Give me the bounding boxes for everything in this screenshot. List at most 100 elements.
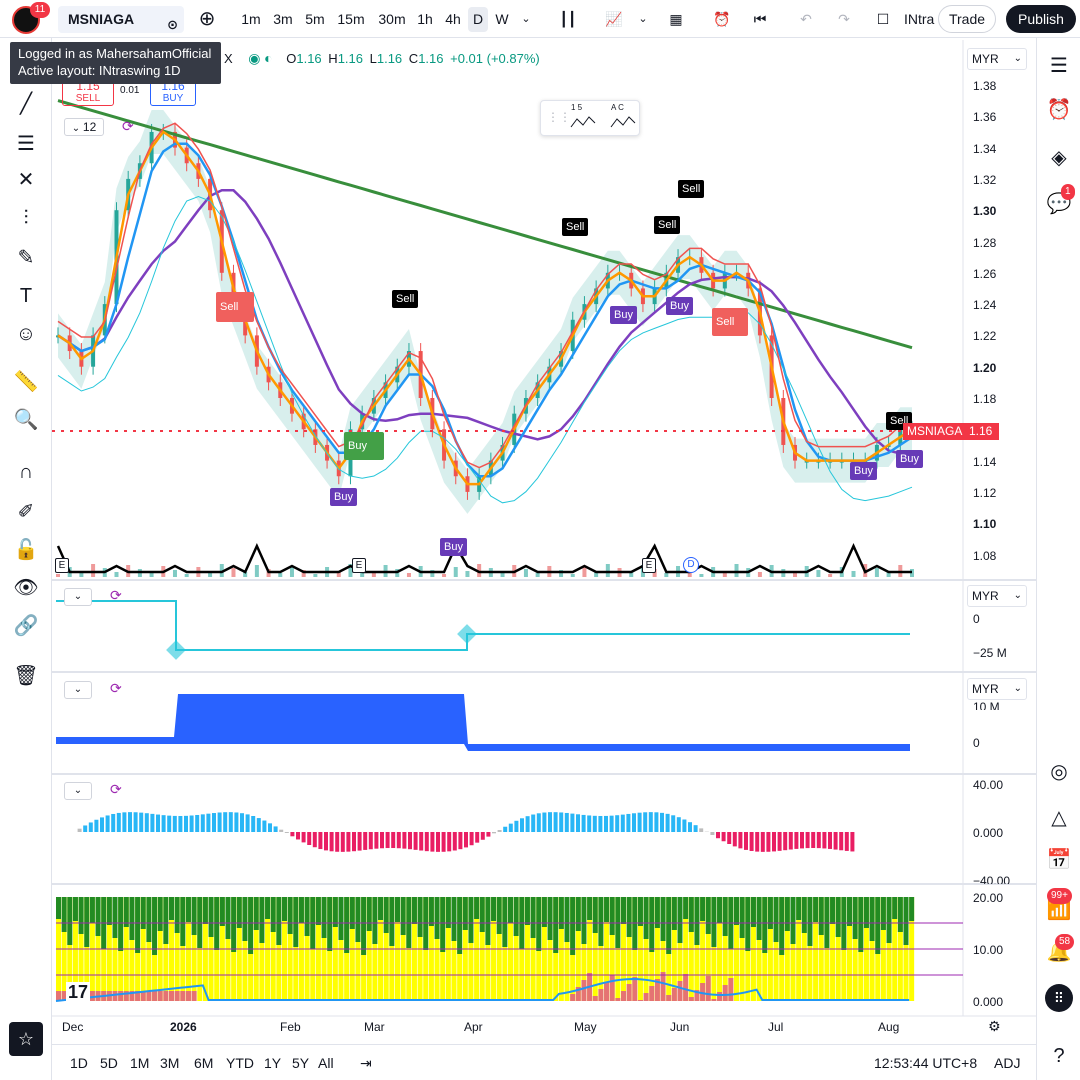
pane2-sync-icon[interactable]: ⟳ [110, 587, 122, 604]
legend-eye-icon[interactable]: ◉ [248, 50, 260, 66]
pane5-green-bar [411, 897, 417, 924]
currency-selector[interactable]: MYR ⌄ [967, 48, 1027, 70]
price-axis-label: 1.22 [973, 329, 997, 344]
pattern-glyphs [570, 116, 636, 128]
histogram-bar [217, 812, 222, 832]
chart-canvas[interactable] [0, 0, 1080, 1080]
clock-time[interactable]: 12:53:44 UTC+8 [874, 1055, 977, 1071]
histogram-bar [637, 812, 642, 832]
sync-icon[interactable]: ⟳ [122, 118, 134, 135]
date-range-icon[interactable]: ⇥ [360, 1055, 372, 1072]
ma-green-line [57, 99, 913, 350]
pane5-green-bar [231, 897, 237, 952]
price-axis-label: 1.20 [973, 360, 997, 375]
pane5-green-bar [570, 897, 576, 955]
abcd-pattern-icon[interactable]: A C [611, 103, 624, 112]
range-button-5y[interactable]: 5Y [292, 1055, 309, 1071]
histogram-bar [368, 832, 373, 850]
pane4-collapse-toggle[interactable]: ⌄ [64, 782, 92, 800]
histogram-bar [184, 815, 188, 832]
histogram-bar [307, 832, 312, 845]
volume-bar [582, 567, 587, 577]
histogram-bar [144, 813, 149, 832]
ohlc-legend: X ◉ ◐ O1.16 H1.16 L1.16 C1.16 +0.01 (+0.… [224, 50, 540, 67]
histogram-bar [352, 832, 356, 852]
pane5-green-bar [474, 897, 480, 919]
histogram-bar [760, 832, 765, 852]
histogram-bar [452, 832, 457, 851]
pane3-collapse-toggle[interactable]: ⌄ [64, 681, 92, 699]
range-button-ytd[interactable]: YTD [226, 1055, 254, 1071]
pane5-green-bar [298, 897, 304, 923]
pane5-red-bar [185, 991, 191, 1001]
histogram-bar [273, 826, 278, 832]
pane3-axis-label: 0 [973, 736, 980, 750]
histogram-bar [251, 816, 256, 832]
histogram-bar [811, 832, 816, 849]
pane5-green-bar [344, 897, 350, 953]
pane3-currency-selector[interactable]: MYR ⌄ [967, 678, 1027, 700]
pane5-axis-label: 0.000 [973, 995, 1004, 1009]
pane5-red-bar [722, 985, 728, 1001]
histogram-bar [536, 813, 541, 832]
range-button-all[interactable]: All [318, 1055, 334, 1071]
pane2-step-line [56, 600, 910, 651]
histogram-bar [464, 832, 468, 848]
pane5-green-bar [428, 897, 434, 926]
pane2-currency-selector[interactable]: MYR ⌄ [967, 585, 1027, 607]
pane5-green-bar [78, 897, 84, 934]
histogram-bar [150, 813, 155, 832]
drag-handle-icon[interactable]: ⋮⋮ [547, 110, 571, 124]
pane4-axis-label: 0.000 [973, 826, 1004, 840]
histogram-bar [430, 832, 435, 852]
volume-bar [442, 574, 447, 577]
xabcd-pattern-icon[interactable]: 1 5 [571, 103, 582, 112]
volume-bar [828, 574, 833, 577]
pane5-green-bar [773, 897, 779, 942]
volume-bar [184, 574, 189, 577]
change-value: +0.01 (+0.87%) [450, 51, 540, 66]
indicator-collapse-toggle[interactable]: ⌄ 12 [64, 118, 104, 136]
range-button-5d[interactable]: 5D [100, 1055, 118, 1071]
range-button-1d[interactable]: 1D [70, 1055, 88, 1071]
histogram-bar [833, 832, 838, 850]
volume-bar [56, 574, 60, 577]
pane2-collapse-toggle[interactable]: ⌄ [64, 588, 92, 606]
pane5-red-bar [683, 974, 689, 1001]
pane3-sync-icon[interactable]: ⟳ [110, 680, 122, 697]
pane5-green-bar [118, 897, 124, 951]
pane5-green-bar [502, 897, 508, 947]
range-button-1y[interactable]: 1Y [264, 1055, 281, 1071]
histogram-bar [189, 815, 194, 832]
buy-signal-label: Buy [666, 297, 693, 315]
buy-zone-label: Buy [344, 432, 384, 460]
pane5-green-bar [621, 897, 626, 924]
adj-toggle[interactable]: ADJ [994, 1055, 1020, 1071]
pane5-green-bar [564, 897, 570, 942]
histogram-bar [576, 814, 580, 832]
pane4-sync-icon[interactable]: ⟳ [110, 781, 122, 798]
histogram-bar [329, 832, 334, 852]
pane5-red-bar [570, 994, 576, 1001]
sell-signal-label: Sell [678, 180, 705, 198]
histogram-bar [581, 814, 586, 832]
buy-signal-label: Buy [850, 462, 877, 480]
floating-pattern-widget[interactable]: ⋮⋮ 1 5 A C [540, 100, 640, 136]
histogram-bar [105, 815, 110, 832]
range-button-1m[interactable]: 1M [130, 1055, 149, 1071]
pane5-green-bar [643, 897, 649, 939]
range-button-6m[interactable]: 6M [194, 1055, 213, 1071]
histogram-bar [340, 832, 345, 852]
time-axis-label: Jul [768, 1020, 784, 1034]
current-price: 1.16 [969, 424, 993, 438]
pane5-green-bar [378, 897, 384, 920]
pane5-red-bar [671, 988, 677, 1001]
time-axis-settings-icon[interactable]: ⚙ [988, 1018, 1001, 1035]
range-button-3m[interactable]: 3M [160, 1055, 179, 1071]
volume-bar [313, 574, 318, 577]
pane5-red-bar [180, 991, 186, 1001]
pane5-green-bar [248, 897, 254, 954]
time-axis-label: Aug [878, 1020, 900, 1034]
pane5-green-bar [265, 897, 271, 919]
histogram-bar [777, 832, 782, 851]
